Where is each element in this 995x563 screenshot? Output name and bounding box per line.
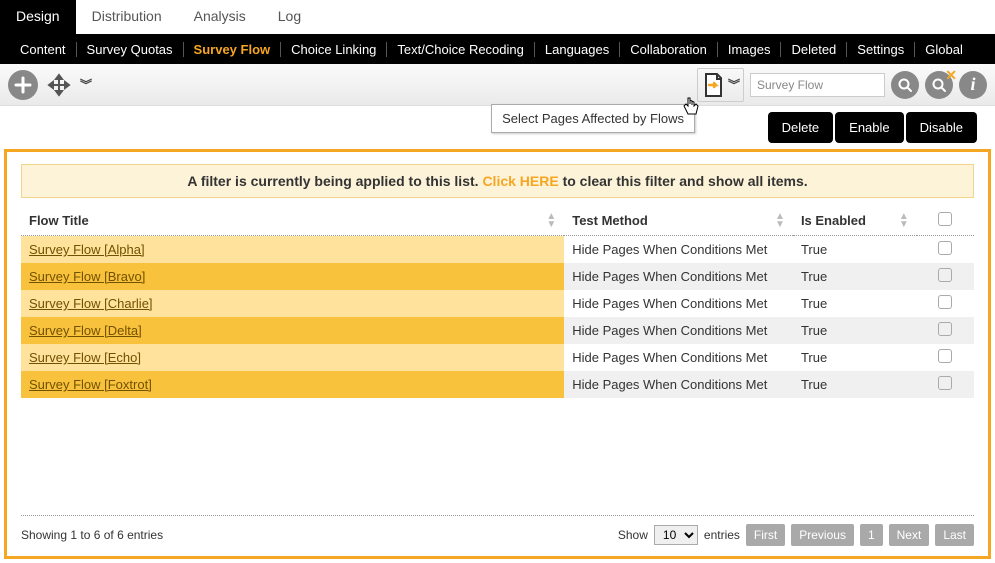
enabled-cell: True [793, 236, 917, 264]
info-button[interactable]: i [959, 71, 987, 99]
test-method-cell: Hide Pages When Conditions Met [564, 344, 793, 371]
search-input[interactable] [750, 73, 885, 97]
sub-nav-deleted[interactable]: Deleted [781, 42, 847, 57]
test-method-cell: Hide Pages When Conditions Met [564, 236, 793, 264]
col-is-enabled[interactable]: Is Enabled▲▼ [793, 206, 917, 236]
show-label: Show [618, 528, 648, 542]
sub-nav-images[interactable]: Images [718, 42, 782, 57]
flow-link[interactable]: Survey Flow [Foxtrot] [29, 377, 152, 392]
enabled-cell: True [793, 263, 917, 290]
table-row: Survey Flow [Echo] Hide Pages When Condit… [21, 344, 974, 371]
page-arrow-icon [702, 72, 724, 98]
col-test-method[interactable]: Test Method▲▼ [564, 206, 793, 236]
content-frame: A filter is currently being applied to t… [4, 149, 991, 559]
tab-distribution[interactable]: Distribution [76, 0, 178, 34]
tab-log[interactable]: Log [262, 0, 317, 34]
filter-suffix: to clear this filter and show all items. [559, 173, 808, 189]
row-checkbox[interactable] [938, 322, 952, 336]
next-button[interactable]: Next [889, 524, 930, 546]
row-checkbox[interactable] [938, 376, 952, 390]
test-method-cell: Hide Pages When Conditions Met [564, 263, 793, 290]
row-checkbox[interactable] [938, 295, 952, 309]
delete-button[interactable]: Delete [768, 112, 834, 143]
sub-nav-collaboration[interactable]: Collaboration [620, 42, 718, 57]
tab-design[interactable]: Design [0, 0, 76, 34]
search-icon [897, 77, 913, 93]
showing-text: Showing 1 to 6 of 6 entries [21, 528, 163, 542]
table-row: Survey Flow [Foxtrot] Hide Pages When Con… [21, 371, 974, 398]
disable-button[interactable]: Disable [906, 112, 977, 143]
page-size-select[interactable]: 10 [654, 525, 698, 545]
sort-icon: ▲▼ [899, 213, 909, 229]
checkbox[interactable] [938, 212, 952, 226]
top-tabs: Design Distribution Analysis Log [0, 0, 995, 34]
col-select-all[interactable] [917, 206, 974, 236]
sort-icon: ▲▼ [546, 213, 556, 229]
toolbar: ︾ ︾ ✕ i Select Pages Affected by Flows [0, 64, 995, 106]
sub-nav-survey-flow[interactable]: Survey Flow [184, 42, 282, 57]
tooltip: Select Pages Affected by Flows [491, 104, 695, 133]
row-checkbox[interactable] [938, 349, 952, 363]
table-row: Survey Flow [Delta] Hide Pages When Condi… [21, 317, 974, 344]
sub-nav-languages[interactable]: Languages [535, 42, 620, 57]
add-button[interactable] [8, 70, 38, 100]
flow-link[interactable]: Survey Flow [Alpha] [29, 242, 145, 257]
first-button[interactable]: First [746, 524, 785, 546]
table-row: Survey Flow [Alpha] Hide Pages When Condi… [21, 236, 974, 264]
sub-nav-text-choice-recoding[interactable]: Text/Choice Recoding [387, 42, 534, 57]
sub-nav-choice-linking[interactable]: Choice Linking [281, 42, 387, 57]
flow-link[interactable]: Survey Flow [Delta] [29, 323, 142, 338]
filter-prefix: A filter is currently being applied to t… [187, 173, 482, 189]
test-method-cell: Hide Pages When Conditions Met [564, 317, 793, 344]
filter-banner: A filter is currently being applied to t… [21, 164, 974, 198]
sort-icon: ▲▼ [775, 213, 785, 229]
sub-nav-settings[interactable]: Settings [847, 42, 915, 57]
filter-clear-link[interactable]: Click HERE [482, 173, 558, 189]
expand-icon[interactable]: ︾ [80, 76, 91, 93]
table-footer: Showing 1 to 6 of 6 entries Show 10 entr… [21, 515, 974, 546]
flow-table: Flow Title▲▼ Test Method▲▼ Is Enabled▲▼ … [21, 206, 974, 398]
row-checkbox[interactable] [938, 241, 952, 255]
enabled-cell: True [793, 317, 917, 344]
test-method-cell: Hide Pages When Conditions Met [564, 290, 793, 317]
sub-nav-content[interactable]: Content [10, 42, 77, 57]
col-flow-title[interactable]: Flow Title▲▼ [21, 206, 564, 236]
tab-analysis[interactable]: Analysis [178, 0, 262, 34]
previous-button[interactable]: Previous [791, 524, 854, 546]
enabled-cell: True [793, 371, 917, 398]
x-badge-icon: ✕ [945, 67, 957, 84]
flow-link[interactable]: Survey Flow [Bravo] [29, 269, 145, 284]
pages-affected-button[interactable]: ︾ [697, 68, 744, 102]
sub-nav-survey-quotas[interactable]: Survey Quotas [77, 42, 184, 57]
last-button[interactable]: Last [935, 524, 974, 546]
enabled-cell: True [793, 290, 917, 317]
table-row: Survey Flow [Charlie] Hide Pages When Con… [21, 290, 974, 317]
sub-nav: ContentSurvey QuotasSurvey FlowChoice Li… [0, 34, 995, 64]
entries-label: entries [704, 528, 740, 542]
chevron-down-icon: ︾ [728, 76, 739, 93]
flow-link[interactable]: Survey Flow [Charlie] [29, 296, 153, 311]
enabled-cell: True [793, 344, 917, 371]
sub-nav-global[interactable]: Global [915, 42, 973, 57]
search-button[interactable] [891, 71, 919, 99]
page-1-button[interactable]: 1 [860, 524, 883, 546]
table-row: Survey Flow [Bravo] Hide Pages When Condi… [21, 263, 974, 290]
test-method-cell: Hide Pages When Conditions Met [564, 371, 793, 398]
search-clear-button[interactable]: ✕ [925, 71, 953, 99]
row-checkbox[interactable] [938, 268, 952, 282]
enable-button[interactable]: Enable [835, 112, 903, 143]
move-icon[interactable] [44, 70, 74, 100]
flow-link[interactable]: Survey Flow [Echo] [29, 350, 141, 365]
